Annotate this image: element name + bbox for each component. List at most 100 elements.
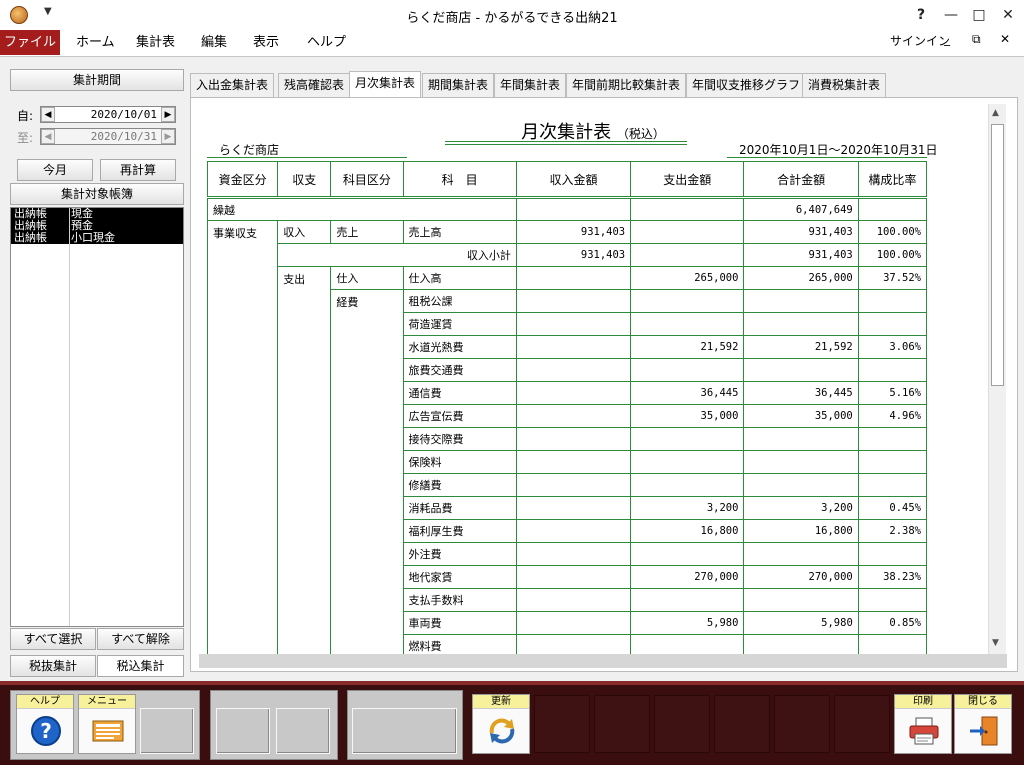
ribbon-restore-icon[interactable]: ⧉ <box>972 32 981 47</box>
horizontal-scrollbar[interactable] <box>199 654 1007 668</box>
help-button[interactable]: ヘルプ ? <box>16 694 74 754</box>
close-button[interactable]: 閉じる <box>954 694 1012 754</box>
print-button[interactable]: 印刷 <box>894 694 952 754</box>
tab-io-summary[interactable]: 入出金集計表 <box>190 73 275 97</box>
minimize-button[interactable]: — <box>938 4 964 26</box>
signin-link[interactable]: サインイン <box>890 32 950 49</box>
empty-slot <box>834 695 890 753</box>
tab-balance-check[interactable]: 残高確認表 <box>278 73 351 97</box>
item-cell: 通信費 <box>402 381 517 405</box>
ribbon-close-icon[interactable]: ✕ <box>1000 32 1010 46</box>
table-row[interactable]: 支出 仕入 仕入高 265,000 265,000 37.52% <box>208 266 928 654</box>
expense-cell: 36,445 <box>630 381 745 405</box>
title-underline <box>445 141 687 142</box>
item-cell: 地代家賃 <box>402 565 517 589</box>
tab-annual-comparison[interactable]: 年間前期比較集計表 <box>566 73 687 97</box>
tab-period-summary[interactable]: 期間集計表 <box>422 73 495 97</box>
period-header: 集計期間 <box>10 69 184 91</box>
table-row[interactable]: 収入小計 931,403 931,403 100.00% <box>208 243 928 267</box>
income-cell <box>515 565 632 589</box>
scroll-down-icon[interactable]: ▼ <box>992 638 999 648</box>
ribbon-tabs: ファイル ホーム 集計表 編集 表示 ヘルプ サインイン _ ⧉ ✕ <box>0 30 1024 55</box>
carryover-row[interactable]: 繰越 6,407,649 <box>207 196 928 221</box>
ribbon-tab-help[interactable]: ヘルプ <box>295 30 358 55</box>
total-cell <box>743 473 859 497</box>
ribbon-tab-file[interactable]: ファイル <box>0 30 60 55</box>
ribbon-tab-home[interactable]: ホーム <box>64 30 127 55</box>
expense-cell: 35,000 <box>630 404 745 428</box>
maximize-button[interactable]: □ <box>966 4 992 26</box>
item-cell: 修繕費 <box>402 473 517 497</box>
ribbon-tab-summary[interactable]: 集計表 <box>124 30 187 55</box>
item-cell: 燃料費 <box>402 634 517 654</box>
income-cell <box>515 289 632 313</box>
income-cell <box>515 450 632 474</box>
scroll-up-icon[interactable]: ▲ <box>992 108 999 118</box>
total-cell: 5,980 <box>743 611 859 635</box>
menu-button[interactable]: メニュー <box>78 694 136 754</box>
income-cell <box>515 312 632 336</box>
expense-cell <box>630 473 745 497</box>
expense-cell: 265,000 <box>630 266 745 290</box>
total-cell: 265,000 <box>743 266 859 290</box>
from-date-value[interactable]: 2020/10/01 <box>57 107 159 122</box>
empty-slot <box>534 695 590 753</box>
expense-cell <box>630 243 745 267</box>
select-all-button[interactable]: すべて選択 <box>10 628 96 650</box>
ribbon-tab-view[interactable]: 表示 <box>241 30 291 55</box>
ribbon-tab-edit[interactable]: 編集 <box>189 30 239 55</box>
total-cell <box>743 289 859 313</box>
item-cell: 租税公課 <box>402 289 517 313</box>
to-label: 至: <box>17 131 34 145</box>
io-cell: 支出 <box>277 266 332 654</box>
from-date-spinner[interactable]: ◀ 2020/10/01 ▶ <box>40 106 176 123</box>
recalculate-button[interactable]: 再計算 <box>100 159 176 181</box>
income-cell <box>515 381 632 405</box>
account-list[interactable]: 出納帳 現金 出納帳 預金 出納帳 小口現金 <box>10 207 184 627</box>
target-books-header: 集計対象帳簿 <box>10 183 184 205</box>
date-prev-icon[interactable]: ◀ <box>41 107 55 122</box>
empty-slot <box>352 708 457 754</box>
income-cell <box>515 519 632 543</box>
ratio-cell: 3.06% <box>857 335 928 359</box>
help-icon[interactable]: ? <box>908 4 934 26</box>
vertical-scrollbar[interactable]: ▲ ▼ <box>988 104 1006 654</box>
item-cell: 福利厚生費 <box>402 519 517 543</box>
scroll-thumb[interactable] <box>991 124 1004 386</box>
date-next-icon[interactable]: ▶ <box>161 107 175 122</box>
menu-icon <box>92 720 124 742</box>
close-window-button[interactable]: ✕ <box>995 4 1021 26</box>
empty-slot <box>714 695 770 753</box>
table-row[interactable]: 事業収支 収入 売上 売上高 931,403 931,403 100.00% <box>206 220 928 654</box>
ribbon-minimize-icon[interactable]: _ <box>944 32 950 46</box>
income-cell <box>515 473 632 497</box>
income-cell <box>515 335 632 359</box>
from-label: 自: <box>17 109 34 123</box>
total-cell: 931,403 <box>743 220 859 244</box>
ratio-cell <box>857 427 928 451</box>
tax-excluded-tab[interactable]: 税抜集計 <box>10 655 96 677</box>
item-cell: 接待交際費 <box>402 427 517 451</box>
tax-included-tab[interactable]: 税込集計 <box>97 655 184 677</box>
ratio-cell: 2.38% <box>857 519 928 543</box>
expense-cell <box>630 312 745 336</box>
tab-monthly-summary[interactable]: 月次集計表 <box>349 71 422 97</box>
income-cell <box>515 427 632 451</box>
tab-annual-trend-graph[interactable]: 年間収支推移グラフ <box>686 73 807 97</box>
tab-annual-summary[interactable]: 年間集計表 <box>494 73 567 97</box>
ratio-cell <box>857 312 928 336</box>
list-item[interactable]: 出納帳 小口現金 <box>11 232 183 244</box>
title-bar: ▼ らくだ商店 - かるがるできる出納21 ? — □ ✕ <box>0 0 1024 30</box>
date-next-icon: ▶ <box>161 129 175 144</box>
deselect-all-button[interactable]: すべて解除 <box>97 628 184 650</box>
income-cell <box>515 588 632 612</box>
item-cell: 水道光熱費 <box>402 335 517 359</box>
this-month-button[interactable]: 今月 <box>17 159 93 181</box>
ratio-cell: 4.96% <box>857 404 928 428</box>
item-cell: 外注費 <box>402 542 517 566</box>
tab-consumption-tax[interactable]: 消費税集計表 <box>802 73 887 97</box>
exit-door-icon <box>970 716 998 746</box>
io-cell: 収入 <box>277 220 332 244</box>
refresh-button[interactable]: 更新 <box>472 694 530 754</box>
item-cell: 旅費交通費 <box>402 358 517 382</box>
